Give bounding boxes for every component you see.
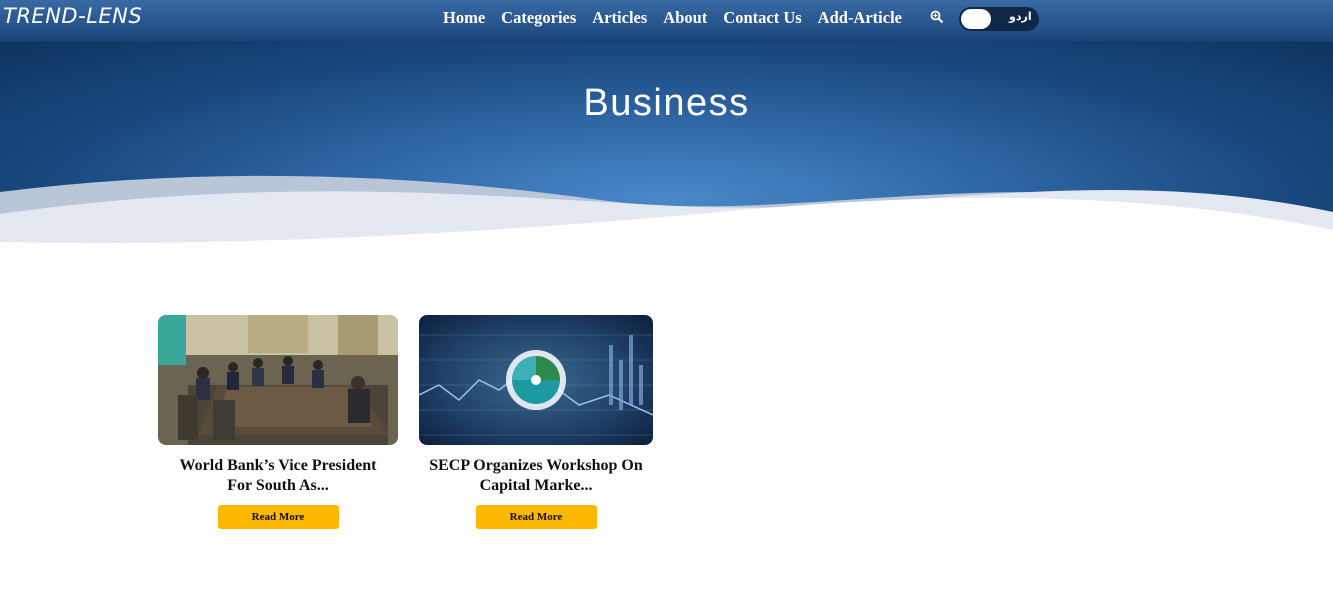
nav-link-about[interactable]: About [663, 8, 707, 28]
article-title-line: World Bank’s Vice President [179, 457, 377, 474]
language-toggle[interactable]: اردو [959, 7, 1039, 31]
nav-link-contact-us[interactable]: Contact Us [723, 8, 801, 28]
article-image-stock-market[interactable] [419, 315, 653, 445]
article-image-meeting[interactable] [158, 315, 398, 445]
nav-link-home[interactable]: Home [443, 8, 485, 28]
article-card: World Bank’s Vice President For South As… [158, 315, 398, 529]
article-title: SECP Organizes Workshop On Capital Marke… [419, 456, 653, 496]
hero-banner: Business [0, 42, 1333, 252]
nav-link-articles[interactable]: Articles [592, 8, 647, 28]
hero-wave-decoration [0, 175, 1333, 252]
language-toggle-label: اردو [1009, 10, 1032, 23]
article-title-line: SECP Organizes Workshop On [429, 457, 643, 474]
article-title-line: For South As... [227, 477, 329, 494]
read-more-button[interactable]: Read More [475, 505, 597, 529]
read-more-button[interactable]: Read More [217, 505, 339, 529]
article-card: SECP Organizes Workshop On Capital Marke… [419, 315, 653, 529]
search-icon[interactable] [930, 10, 944, 24]
site-logo[interactable]: TREND-LENS [3, 4, 142, 28]
nav-link-categories[interactable]: Categories [501, 8, 576, 28]
top-navbar: TREND-LENS Home Categories Articles Abou… [0, 0, 1333, 42]
article-title-line: Capital Marke... [479, 477, 593, 494]
toggle-knob [961, 9, 991, 29]
nav-link-add-article[interactable]: Add-Article [818, 8, 902, 28]
article-title: World Bank’s Vice President For South As… [158, 456, 398, 496]
nav-links: Home Categories Articles About Contact U… [443, 8, 902, 28]
